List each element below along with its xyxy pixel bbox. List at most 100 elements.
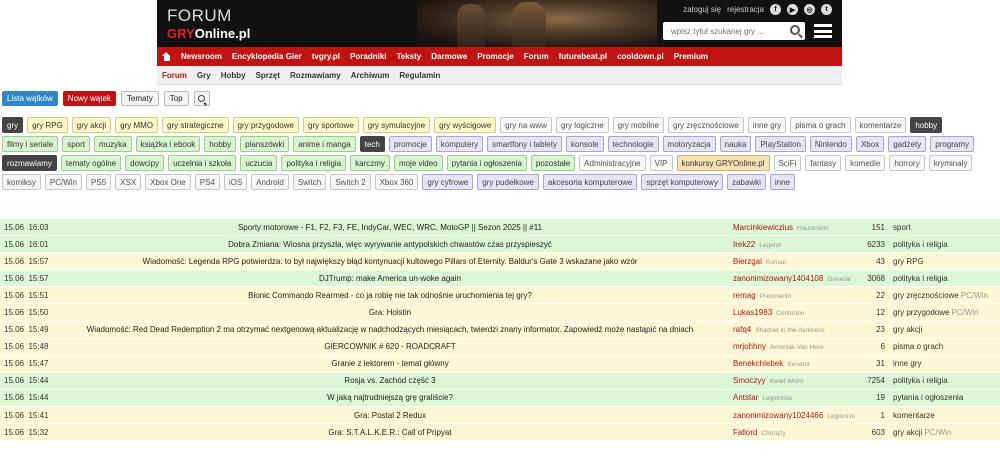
topic-title[interactable]: Wiadomość: Legenda RPG potwierdza: to by… bbox=[50, 257, 730, 266]
category-tag[interactable]: motoryzacja bbox=[662, 136, 716, 152]
category-tag[interactable]: muzyka bbox=[94, 136, 132, 152]
category-tag[interactable]: tematy ogólne bbox=[60, 155, 122, 171]
author-nick[interactable]: Smoczyy bbox=[733, 376, 765, 385]
category-tag[interactable]: filmy i seriale bbox=[2, 136, 59, 152]
category-tag[interactable]: gry pudełkowe bbox=[477, 174, 539, 190]
category-link[interactable]: gry przygodowe bbox=[893, 308, 949, 317]
subnav-regulamin[interactable]: Regulamin bbox=[399, 71, 440, 80]
topic-row[interactable]: 15.06 15:57 DJTrump: make America un-woke… bbox=[0, 270, 1000, 288]
game-search-input[interactable] bbox=[663, 22, 781, 40]
category-tag[interactable]: smartfony i tablety bbox=[487, 136, 563, 152]
category-tag[interactable]: Switch bbox=[292, 174, 327, 190]
category-tag[interactable]: PS5 bbox=[86, 174, 112, 190]
topic-title[interactable]: W jaką najtrudniejszą grę graliście? bbox=[50, 393, 730, 402]
category-tag[interactable]: gry MMO bbox=[115, 117, 159, 133]
author-nick[interactable]: Bierzgal bbox=[733, 257, 762, 266]
login-link[interactable]: zaloguj się bbox=[683, 5, 721, 14]
topic-row[interactable]: 15.06 15:57 Wiadomość: Legenda RPG potwie… bbox=[0, 253, 1000, 271]
category-tag[interactable]: komputery bbox=[435, 136, 484, 152]
topic-title[interactable]: Gra: Postal 2 Redux bbox=[50, 411, 730, 420]
category-link[interactable]: gry zręcznościowe bbox=[893, 291, 959, 300]
category-tag[interactable]: gry cyfrowe bbox=[422, 174, 474, 190]
nav-item[interactable]: Promocje bbox=[477, 52, 513, 61]
category-link[interactable]: komentarze bbox=[893, 411, 935, 420]
category-link[interactable]: inne gry bbox=[893, 359, 921, 368]
category-tag[interactable]: sport bbox=[62, 136, 91, 152]
category-tag[interactable]: gry na www bbox=[500, 117, 552, 133]
topic-title[interactable]: Dobra Zmiana: Wiosna przyszła, więc wyry… bbox=[50, 240, 730, 249]
category-tag[interactable]: nauka bbox=[719, 136, 752, 152]
topic-row[interactable]: 15.06 15:44 Rosja vs. Zachód część 3 Smocz… bbox=[0, 372, 1000, 390]
category-tag[interactable]: gry sportowe bbox=[302, 117, 359, 133]
category-tag[interactable]: hobby bbox=[910, 117, 943, 133]
category-tag[interactable]: tech bbox=[359, 136, 385, 152]
facebook-icon[interactable]: f bbox=[770, 4, 781, 15]
topic-row[interactable]: 15.06 15:41 Gra: Postal 2 Redux zanonimizo… bbox=[0, 407, 1000, 425]
category-tag[interactable]: gry zręcznościowe bbox=[668, 117, 744, 133]
topic-title[interactable]: Granie z lektorem - temat główny bbox=[50, 359, 730, 368]
search-icon[interactable] bbox=[790, 25, 800, 35]
subnav-forum[interactable]: Forum bbox=[162, 71, 187, 80]
topic-title[interactable]: Gra: S.T.A.L.K.E.R.: Call of Pripyat bbox=[50, 428, 730, 437]
topic-title[interactable]: Rosja vs. Zachód część 3 bbox=[50, 376, 730, 385]
topic-title[interactable]: Gra: Holstin bbox=[50, 308, 730, 317]
category-tag[interactable]: Nintendo bbox=[809, 136, 852, 152]
register-link[interactable]: rejestracja bbox=[727, 5, 764, 14]
topic-title[interactable]: Bionic Commando Rearmed - co ja robię ni… bbox=[50, 291, 730, 300]
category-tag[interactable]: PC/Win bbox=[44, 174, 83, 190]
category-tag[interactable]: gry symulacyjne bbox=[362, 117, 431, 133]
category-tag[interactable]: gry akcji bbox=[71, 117, 112, 133]
nav-item[interactable]: Teksty bbox=[396, 52, 421, 61]
subnav-rozmawiamy[interactable]: Rozmawiamy bbox=[290, 71, 341, 80]
category-tag[interactable]: karczmy bbox=[350, 155, 390, 171]
category-tag[interactable]: programy bbox=[930, 136, 975, 152]
nav-item[interactable]: Newsroom bbox=[181, 52, 222, 61]
author-nick[interactable]: zanonimizowany1024466 bbox=[733, 411, 823, 420]
category-tag[interactable]: PlayStation bbox=[755, 136, 806, 152]
category-tag[interactable]: Administracyjne bbox=[579, 155, 646, 171]
category-tag[interactable]: komiksy bbox=[2, 174, 41, 190]
category-tag[interactable]: PS4 bbox=[194, 174, 220, 190]
category-tag[interactable]: komentarze bbox=[854, 117, 907, 133]
author-nick[interactable]: Antstar bbox=[733, 393, 758, 402]
category-tag[interactable]: gry bbox=[2, 117, 24, 133]
category-tag[interactable]: kryminały bbox=[928, 155, 973, 171]
category-tag[interactable]: moje video bbox=[393, 155, 443, 171]
nav-item[interactable]: Darmowe bbox=[431, 52, 467, 61]
category-tag[interactable]: dowcipy bbox=[125, 155, 165, 171]
nav-item[interactable]: futurebeat.pl bbox=[559, 52, 607, 61]
author-nick[interactable]: Benekchlebek bbox=[733, 359, 783, 368]
category-tag[interactable]: pytania i ogłoszenia bbox=[446, 155, 527, 171]
topic-title[interactable]: Wiadomość: Red Dead Redemption 2 ma otrz… bbox=[50, 325, 730, 334]
category-tag[interactable]: anime i manga bbox=[293, 136, 356, 152]
category-tag[interactable]: Xbox One bbox=[145, 174, 191, 190]
category-tag[interactable]: VIP bbox=[649, 155, 673, 171]
category-tag[interactable]: promocje bbox=[388, 136, 432, 152]
category-tag[interactable]: Switch 2 bbox=[330, 174, 371, 190]
hamburger-menu-icon[interactable] bbox=[814, 24, 832, 38]
topic-row[interactable]: 15.06 15:49 Wiadomość: Red Dead Redemptio… bbox=[0, 321, 1000, 339]
category-tag[interactable]: XSX bbox=[115, 174, 142, 190]
category-tag[interactable]: inne bbox=[769, 174, 795, 190]
nav-item[interactable]: cooldown.pl bbox=[617, 52, 664, 61]
nav-item[interactable]: tvgry.pl bbox=[312, 52, 340, 61]
category-tag[interactable]: fantasy bbox=[805, 155, 842, 171]
top-button[interactable]: Top bbox=[163, 91, 189, 106]
subnav-sprzet[interactable]: Sprzęt bbox=[256, 71, 280, 80]
category-tag[interactable]: iOS bbox=[223, 174, 248, 190]
topic-row[interactable]: 15.06 15:51 Bionic Commando Rearmed - co … bbox=[0, 287, 1000, 305]
home-icon[interactable] bbox=[162, 52, 171, 61]
category-tag[interactable]: Android bbox=[251, 174, 289, 190]
category-link[interactable]: sport bbox=[893, 223, 911, 232]
topics-button[interactable]: Tematy bbox=[120, 91, 159, 106]
topic-row[interactable]: 15.06 16:01 Dobra Zmiana: Wiosna przyszła… bbox=[0, 236, 1000, 254]
subnav-hobby[interactable]: Hobby bbox=[221, 71, 246, 80]
nav-item[interactable]: Premium bbox=[674, 52, 708, 61]
category-tag[interactable]: komedie bbox=[845, 155, 886, 171]
nav-item[interactable]: Encyklopedia Gier bbox=[232, 52, 302, 61]
category-tag[interactable]: pozostałe bbox=[530, 155, 576, 171]
subnav-archiwum[interactable]: Archiwum bbox=[351, 71, 390, 80]
category-tag[interactable]: książka i ebook bbox=[135, 136, 201, 152]
category-link[interactable]: polityka i religia bbox=[893, 376, 948, 385]
category-link[interactable]: polityka i religia bbox=[893, 240, 948, 249]
